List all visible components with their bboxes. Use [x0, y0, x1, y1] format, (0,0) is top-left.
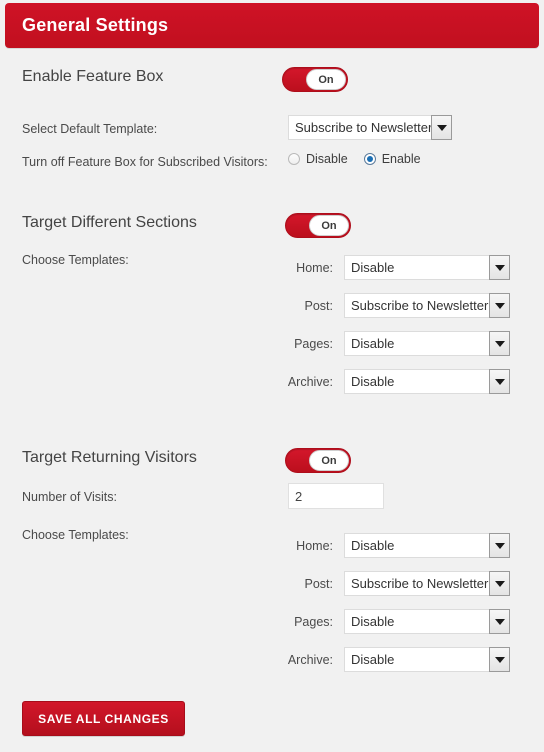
label-post: Post:	[304, 577, 334, 591]
select-template-home[interactable]: Disable	[344, 255, 510, 280]
section-title: Target Different Sections	[22, 214, 197, 231]
chevron-down-icon[interactable]	[489, 647, 510, 672]
select-template-pages-value: Disable	[344, 331, 489, 356]
section-header: Target Returning Visitors On	[0, 443, 544, 481]
save-all-changes-button[interactable]: SAVE ALL CHANGES	[22, 701, 185, 736]
chevron-down-icon[interactable]	[489, 533, 510, 558]
toggle-target-returning-visitors[interactable]: On	[285, 448, 351, 473]
select-returning-template-archive[interactable]: Disable	[344, 647, 510, 672]
select-returning-template-pages-value: Disable	[344, 609, 489, 634]
label-post: Post:	[304, 299, 334, 313]
radio-group-turn-off-feature-box: Disable Enable	[288, 152, 437, 166]
label-pages: Pages:	[294, 615, 333, 629]
select-returning-template-post-value: Subscribe to Newsletter	[344, 571, 489, 596]
chevron-down-icon[interactable]	[489, 609, 510, 634]
select-returning-template-home-value: Disable	[344, 533, 489, 558]
toggle-target-different-sections[interactable]: On	[285, 213, 351, 238]
section-header: Target Different Sections On	[0, 208, 544, 246]
label-choose-templates: Choose Templates:	[22, 528, 129, 542]
toggle-enable-feature-box[interactable]: On	[282, 67, 348, 92]
chevron-down-icon[interactable]	[431, 115, 452, 140]
select-template-post-value: Subscribe to Newsletter	[344, 293, 489, 318]
page-title: General Settings	[22, 15, 169, 35]
label-select-default-template: Select Default Template:	[22, 122, 158, 136]
select-template-archive[interactable]: Disable	[344, 369, 510, 394]
panel-header: General Settings	[5, 3, 539, 48]
radio-indicator	[288, 153, 300, 165]
section-title: Target Returning Visitors	[22, 449, 197, 466]
number-of-visits-input[interactable]	[288, 483, 384, 509]
chevron-down-icon[interactable]	[489, 255, 510, 280]
chevron-down-icon[interactable]	[489, 293, 510, 318]
radio-item-enable[interactable]: Enable	[363, 152, 421, 166]
select-template-home-value: Disable	[344, 255, 489, 280]
radio-label: Enable	[381, 152, 421, 166]
label-archive: Archive:	[287, 653, 333, 667]
select-default-template-value: Subscribe to Newsletter	[288, 115, 431, 140]
select-template-pages[interactable]: Disable	[344, 331, 510, 356]
toggle-knob-label: On	[309, 450, 349, 471]
label-number-of-visits: Number of Visits:	[22, 490, 117, 504]
chevron-down-icon[interactable]	[489, 571, 510, 596]
label-home: Home:	[296, 261, 333, 275]
toggle-knob-label: On	[306, 69, 346, 90]
label-archive: Archive:	[287, 375, 333, 389]
label-pages: Pages:	[294, 337, 333, 351]
chevron-down-icon[interactable]	[489, 331, 510, 356]
label-turn-off-feature-box: Turn off Feature Box for Subscribed Visi…	[22, 155, 268, 169]
chevron-down-icon[interactable]	[489, 369, 510, 394]
select-default-template[interactable]: Subscribe to Newsletter	[288, 115, 452, 140]
radio-indicator	[363, 153, 376, 165]
select-returning-template-home[interactable]: Disable	[344, 533, 510, 558]
section-target-returning-visitors: Target Returning Visitors On Number of V…	[0, 443, 544, 683]
select-returning-template-post[interactable]: Subscribe to Newsletter	[344, 571, 510, 596]
select-returning-template-pages[interactable]: Disable	[344, 609, 510, 634]
section-header: Enable Feature Box On	[0, 62, 544, 100]
label-home: Home:	[296, 539, 333, 553]
radio-label: Disable	[306, 152, 348, 166]
toggle-knob-label: On	[309, 215, 349, 236]
select-returning-template-archive-value: Disable	[344, 647, 489, 672]
section-target-different-sections: Target Different Sections On Choose Temp…	[0, 208, 544, 408]
select-template-archive-value: Disable	[344, 369, 489, 394]
label-choose-templates: Choose Templates:	[22, 253, 129, 267]
section-title: Enable Feature Box	[22, 68, 164, 85]
section-enable-feature-box: Enable Feature Box On Select Default Tem…	[0, 62, 544, 182]
select-template-post[interactable]: Subscribe to Newsletter	[344, 293, 510, 318]
radio-item-disable[interactable]: Disable	[288, 152, 348, 166]
